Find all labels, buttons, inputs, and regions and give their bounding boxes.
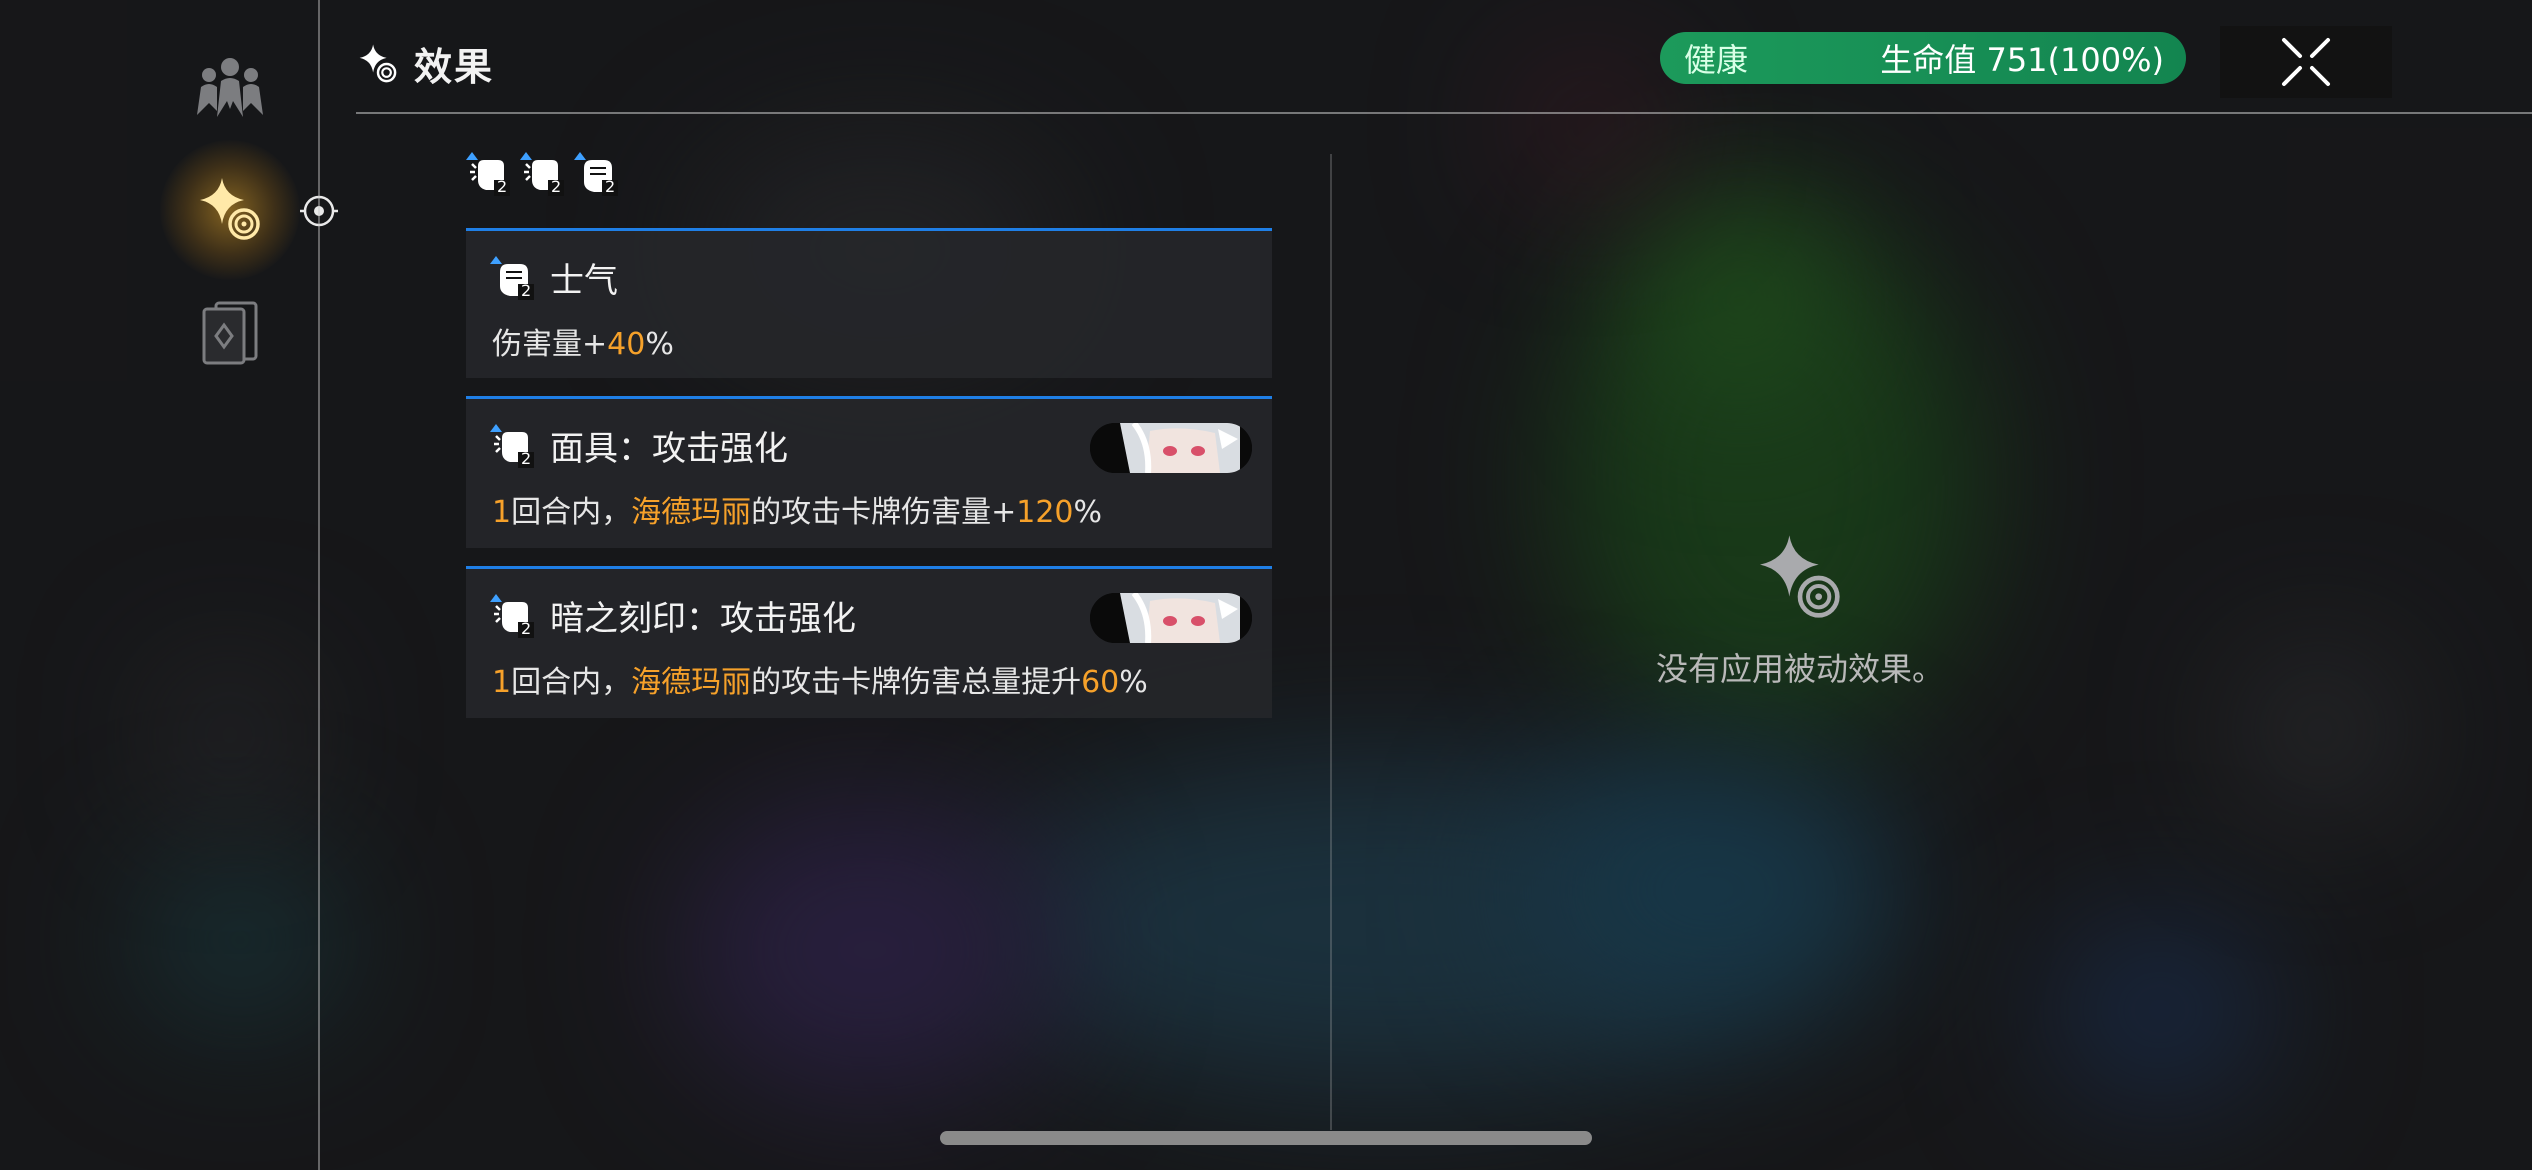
desc-character-name: 海德玛丽 — [631, 495, 752, 530]
card-deck-icon — [202, 301, 258, 365]
close-x-icon — [2282, 38, 2330, 86]
stack-count: 2 — [497, 177, 508, 196]
desc-value: 40 — [607, 327, 646, 362]
desc-text: 的攻击卡牌伤害总量提升 — [751, 665, 1082, 700]
desc-text: 伤害量+ — [492, 327, 608, 362]
desc-value: 60 — [1081, 665, 1120, 700]
character-portrait — [1090, 423, 1252, 473]
cards-tab-button[interactable] — [180, 282, 280, 382]
stack-count: 2 — [521, 618, 532, 638]
character-portrait — [1090, 593, 1252, 643]
desc-text: 的攻击卡牌伤害量+ — [751, 495, 1017, 530]
desc-text: % — [1073, 495, 1103, 530]
effect-title: 士气 — [550, 261, 618, 301]
stack-count: 2 — [605, 177, 616, 196]
desc-value: 120 — [1016, 495, 1074, 530]
passive-effects-empty-state: 没有应用被动效果。 — [1620, 530, 1980, 690]
effect-card-dark-seal-attack-boost[interactable]: 2 暗之刻印：攻击强化 1回合内，海德玛丽的攻击卡牌伤害总量提升60% — [466, 566, 1272, 718]
effect-description: 1回合内，海德玛丽的攻击卡牌伤害量+120% — [492, 487, 1102, 531]
attack-boost-icon: 2 — [518, 150, 566, 198]
desc-text: 回合内， — [511, 665, 632, 700]
effect-title: 暗之刻印：攻击强化 — [550, 599, 856, 639]
desc-text: % — [1119, 665, 1148, 700]
header-divider — [356, 112, 2532, 114]
effects-tab-button[interactable] — [180, 160, 280, 260]
empty-passive-message: 没有应用被动效果。 — [1655, 650, 1944, 688]
side-tab-rail — [0, 0, 338, 1170]
team-icon — [197, 58, 263, 117]
morale-icon: 2 — [488, 254, 536, 302]
attack-boost-icon: 2 — [488, 422, 536, 470]
effect-description: 1回合内，海德玛丽的攻击卡牌伤害总量提升60% — [492, 657, 1148, 701]
desc-text: 回合内， — [511, 495, 632, 530]
active-effect-icons: 2 2 2 — [464, 150, 620, 198]
desc-text: % — [645, 327, 674, 362]
page-title: 效果 — [356, 36, 494, 91]
desc-value: 1 — [492, 495, 512, 530]
stack-count: 2 — [551, 177, 562, 196]
morale-icon: 2 — [572, 150, 620, 198]
effect-title: 面具：攻击强化 — [550, 429, 788, 469]
effect-card-mask-attack-boost[interactable]: 2 面具：攻击强化 1回合内，海德玛丽的攻击卡牌伤害量+120% — [466, 396, 1272, 548]
effects-sparkle-icon — [1760, 535, 1840, 618]
desc-character-name: 海德玛丽 — [631, 665, 752, 700]
close-button[interactable] — [2220, 26, 2392, 98]
stack-count: 2 — [521, 280, 532, 300]
panel-divider — [1330, 154, 1332, 1130]
health-value: 生命值 751(100%) — [1880, 41, 2164, 79]
rail-divider — [318, 0, 320, 1170]
desc-value: 1 — [492, 665, 512, 700]
attack-boost-icon: 2 — [464, 150, 512, 198]
health-status-bar: 健康 生命值 751(100%) — [1660, 32, 2186, 84]
health-status-label: 健康 — [1684, 41, 1749, 79]
attack-boost-icon: 2 — [488, 592, 536, 640]
page-title-text: 效果 — [414, 45, 495, 89]
effects-sparkle-icon — [200, 178, 260, 240]
effects-title-icon — [359, 43, 397, 82]
effect-card-morale[interactable]: 2 士气 伤害量+40% — [466, 228, 1272, 378]
effect-description: 伤害量+40% — [492, 319, 674, 363]
team-tab-button[interactable] — [180, 36, 280, 136]
home-indicator[interactable] — [940, 1131, 1592, 1145]
stack-count: 2 — [521, 448, 532, 468]
